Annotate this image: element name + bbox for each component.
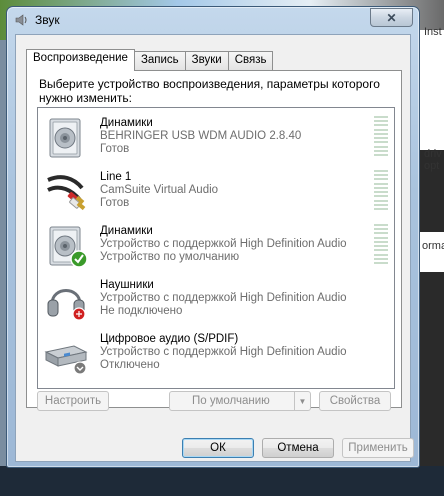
default-check-icon [70, 250, 88, 268]
device-text: Динамики BEHRINGER USB WDM AUDIO 2.8.40 … [100, 117, 301, 156]
desktop-bottom-strip [0, 466, 444, 496]
device-status: Готов [100, 197, 130, 209]
device-status: Не подключено [100, 305, 183, 317]
device-name: Динамики [100, 225, 153, 237]
device-name: Line 1 [100, 171, 132, 183]
tab-recording[interactable]: Запись [133, 51, 186, 70]
unplugged-icon [72, 307, 86, 321]
background-window-panel-2 [416, 232, 444, 272]
background-text: orma [422, 240, 444, 252]
chevron-down-icon[interactable]: ▼ [294, 392, 310, 410]
volume-meter [374, 116, 388, 156]
instructions-text: Выберите устройство воспроизведения, пар… [39, 77, 380, 105]
tab-sounds[interactable]: Звуки [184, 51, 229, 70]
background-window-panel [416, 30, 444, 150]
device-name: Динамики [100, 117, 153, 129]
set-default-label: По умолчанию [192, 395, 270, 407]
set-default-button[interactable]: По умолчанию ▼ [169, 391, 311, 411]
ok-button[interactable]: ОК [182, 438, 254, 458]
background-text: Inst [424, 26, 442, 38]
device-description: Устройство с поддержкой High Definition … [100, 238, 347, 250]
device-status: Устройство по умолчанию [100, 251, 240, 263]
cancel-button[interactable]: Отмена [262, 438, 334, 458]
properties-button[interactable]: Свойства [319, 391, 391, 411]
title-bar[interactable]: Звук ✕ [7, 7, 419, 33]
apply-button[interactable]: Применить [342, 438, 414, 458]
device-text: Динамики Устройство с поддержкой High De… [100, 225, 347, 264]
device-description: Устройство с поддержкой High Definition … [100, 346, 347, 358]
background-text: driv [424, 148, 442, 160]
headphones-icon [47, 289, 86, 321]
configure-button[interactable]: Настроить [37, 391, 109, 411]
device-name: Наушники [100, 279, 154, 291]
tab-communications[interactable]: Связь [227, 51, 274, 70]
list-item[interactable]: Динамики BEHRINGER USB WDM AUDIO 2.8.40 … [38, 110, 394, 162]
tab-playback[interactable]: Воспроизведение [26, 49, 135, 71]
device-text: Line 1 CamSuite Virtual Audio Готов [100, 171, 218, 210]
speaker-icon [49, 118, 81, 158]
list-item[interactable]: Наушники Устройство с поддержкой High De… [38, 272, 394, 324]
tab-strip: Воспроизведение Запись Звуки Связь [26, 49, 274, 71]
device-text: Цифровое аудио (S/PDIF) Устройство с под… [100, 333, 347, 372]
device-name: Цифровое аудио (S/PDIF) [100, 333, 239, 345]
close-button[interactable]: ✕ [370, 8, 413, 27]
device-description: Устройство с поддержкой High Definition … [100, 292, 347, 304]
digital-audio-icon [44, 345, 88, 375]
volume-meter [374, 170, 388, 210]
volume-meter [374, 224, 388, 264]
rca-cable-icon [47, 175, 86, 211]
list-item[interactable]: Цифровое аудио (S/PDIF) Устройство с под… [38, 326, 394, 378]
list-item[interactable]: Динамики Устройство с поддержкой High De… [38, 218, 394, 270]
window-title: Звук [35, 13, 60, 27]
device-description: BEHRINGER USB WDM AUDIO 2.8.40 [100, 130, 302, 142]
device-status: Готов [100, 143, 130, 155]
disabled-icon [73, 361, 87, 375]
background-text: opt [424, 160, 440, 172]
dialog-client-area: Воспроизведение Запись Звуки Связь Выбер… [15, 34, 414, 462]
playback-panel: Выберите устройство воспроизведения, пар… [26, 70, 402, 411]
sound-dialog: Звук ✕ Воспроизведение Запись Звуки Связ… [6, 6, 420, 468]
device-text: Наушники Устройство с поддержкой High De… [100, 279, 347, 318]
device-description: CamSuite Virtual Audio [100, 184, 219, 196]
speaker-icon [15, 14, 27, 26]
device-list[interactable]: Динамики BEHRINGER USB WDM AUDIO 2.8.40 … [37, 107, 395, 389]
device-status: Отключено [100, 359, 160, 371]
list-item[interactable]: Line 1 CamSuite Virtual Audio Готов [38, 164, 394, 216]
speaker-icon [49, 226, 88, 268]
